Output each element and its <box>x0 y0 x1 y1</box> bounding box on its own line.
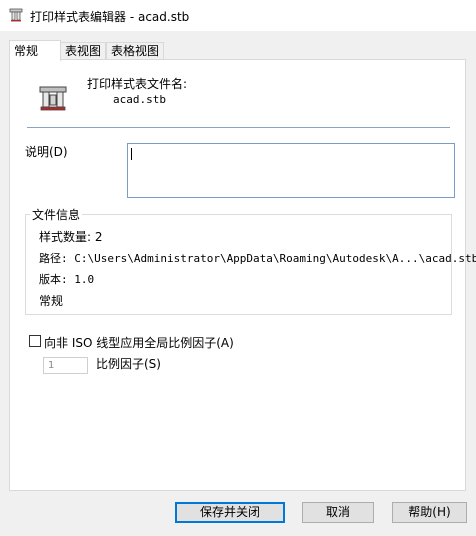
global-scale-label: 向非 ISO 线型应用全局比例因子(A) <box>44 336 234 350</box>
save-close-button[interactable]: 保存并关闭 <box>175 502 285 523</box>
description-input[interactable] <box>127 143 455 198</box>
plot-style-file-icon <box>39 86 67 111</box>
window-title: 打印样式表编辑器 - acad.stb <box>30 10 190 24</box>
tab-general[interactable]: 常规 <box>9 40 61 61</box>
help-button[interactable]: 帮助(H) <box>392 502 467 523</box>
plot-style-app-icon <box>9 8 23 22</box>
description-label: 说明(D) <box>25 145 68 159</box>
style-count: 样式数量: 2 <box>39 230 103 244</box>
filename-value: acad.stb <box>113 93 166 106</box>
filename-label: 打印样式表文件名: <box>87 77 188 91</box>
separator <box>27 127 450 128</box>
file-type: 常规 <box>39 294 64 308</box>
cancel-button[interactable]: 取消 <box>302 502 374 523</box>
tab-form-view[interactable]: 表格视图 <box>106 42 164 59</box>
global-scale-checkbox[interactable] <box>29 335 41 347</box>
file-path: 路径: C:\Users\Administrator\AppData\Roami… <box>39 252 476 265</box>
tab-table-view[interactable]: 表视图 <box>60 42 106 59</box>
file-info-title: 文件信息 <box>30 206 83 223</box>
title-bar: 打印样式表编辑器 - acad.stb <box>0 0 476 31</box>
text-caret <box>131 148 132 160</box>
scale-factor-label: 比例因子(S) <box>96 357 161 371</box>
scale-factor-input[interactable]: 1 <box>43 357 88 374</box>
file-version: 版本: 1.0 <box>39 273 95 286</box>
